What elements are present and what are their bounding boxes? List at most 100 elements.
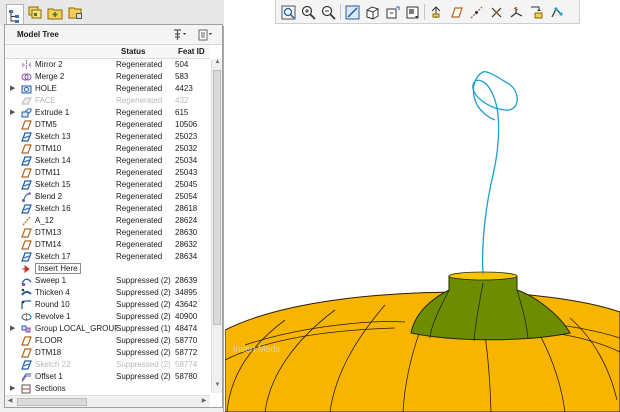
display-style-icon[interactable] bbox=[403, 3, 421, 21]
spin-center-icon[interactable] bbox=[527, 3, 545, 21]
feature-status: Regenerated bbox=[116, 216, 163, 225]
layers-icon[interactable] bbox=[26, 4, 44, 22]
tree-row[interactable]: Sketch 13 Regenerated 25023 bbox=[5, 131, 210, 143]
tree-settings-icon[interactable] bbox=[171, 27, 189, 43]
favorites-icon[interactable] bbox=[66, 4, 84, 22]
insert-arrow-icon bbox=[21, 264, 32, 274]
tree-row[interactable]: Insert Here bbox=[5, 263, 210, 275]
face-icon bbox=[21, 96, 32, 106]
expand-arrow-icon[interactable]: ▶ bbox=[10, 384, 15, 392]
model-tree: Model Tree Status Feat ID Mirror 2 Regene… bbox=[4, 24, 223, 408]
feature-status: Suppressed (2) bbox=[116, 372, 171, 381]
point-display-icon[interactable] bbox=[487, 3, 505, 21]
expand-arrow-icon[interactable]: ▶ bbox=[10, 108, 15, 116]
refit-icon[interactable] bbox=[279, 3, 297, 21]
tree-row[interactable]: FACE Regenerated 432 bbox=[5, 95, 210, 107]
tree-row[interactable]: DTM5 Regenerated 10506 bbox=[5, 119, 210, 131]
tree-row[interactable]: ▶ Sections bbox=[5, 383, 210, 395]
graphics-window[interactable]: Insert Mode bbox=[225, 0, 620, 412]
scroll-right-icon[interactable]: ▶ bbox=[199, 397, 209, 407]
datum-axis-icon bbox=[21, 216, 32, 226]
feature-id: 48474 bbox=[175, 324, 198, 333]
datum-plane-icon bbox=[21, 240, 32, 250]
feature-id: 28630 bbox=[175, 228, 198, 237]
scroll-up-icon[interactable]: ▲ bbox=[212, 59, 223, 69]
column-status[interactable]: Status bbox=[121, 47, 145, 56]
csys-display-icon[interactable] bbox=[507, 3, 525, 21]
feature-name: DTM10 bbox=[35, 144, 62, 153]
tree-row[interactable]: Sketch 14 Regenerated 25034 bbox=[5, 155, 210, 167]
tree-row[interactable]: Mirror 2 Regenerated 504 bbox=[5, 59, 210, 71]
tree-row[interactable]: DTM13 Regenerated 28630 bbox=[5, 227, 210, 239]
scroll-left-icon[interactable]: ◀ bbox=[5, 397, 15, 407]
expand-arrow-icon[interactable]: ▶ bbox=[10, 324, 15, 332]
tree-row[interactable]: DTM18 Suppressed (2) 58772 bbox=[5, 347, 210, 359]
feature-status: Regenerated bbox=[116, 228, 163, 237]
show-filter-icon[interactable] bbox=[196, 27, 214, 43]
merge-icon bbox=[21, 72, 32, 82]
tree-row[interactable]: Merge 2 Regenerated 583 bbox=[5, 71, 210, 83]
tree-row[interactable]: Thicken 4 Suppressed (2) 34895 bbox=[5, 287, 210, 299]
vertical-scrollbar[interactable]: ▲ ▼ bbox=[211, 59, 222, 393]
axis-display-icon[interactable] bbox=[467, 3, 485, 21]
feature-id: 504 bbox=[175, 60, 189, 69]
plane-display-icon[interactable] bbox=[447, 3, 465, 21]
feature-status: Regenerated bbox=[116, 84, 163, 93]
view-manager-icon[interactable] bbox=[427, 3, 445, 21]
tree-row[interactable]: Sketch 17 Regenerated 28634 bbox=[5, 251, 210, 263]
sketch-icon bbox=[21, 132, 32, 142]
sweep-icon bbox=[21, 276, 32, 286]
feature-id: 25043 bbox=[175, 168, 198, 177]
tree-row[interactable]: ▶ HOLE Regenerated 4423 bbox=[5, 83, 210, 95]
zoom-in-icon[interactable] bbox=[299, 3, 317, 21]
feature-status: Suppressed (2) bbox=[116, 348, 171, 357]
feature-name: Sketch 14 bbox=[35, 156, 71, 165]
tree-row[interactable]: FLOOR Suppressed (2) 58770 bbox=[5, 335, 210, 347]
datum-plane-icon bbox=[21, 348, 32, 358]
tree-row[interactable]: DTM14 Regenerated 28632 bbox=[5, 239, 210, 251]
tree-row[interactable]: Round 10 Suppressed (2) 43642 bbox=[5, 299, 210, 311]
feature-id: 25054 bbox=[175, 192, 198, 201]
tree-row[interactable]: DTM10 Regenerated 25032 bbox=[5, 143, 210, 155]
feature-name: FACE bbox=[35, 96, 56, 105]
model-tree-panel: Model Tree Status Feat ID Mirror 2 Regene… bbox=[0, 0, 224, 412]
expand-arrow-icon[interactable]: ▶ bbox=[10, 84, 15, 92]
feature-status: Regenerated bbox=[116, 108, 163, 117]
scroll-thumb[interactable] bbox=[213, 70, 221, 325]
feature-name: Blend 2 bbox=[35, 192, 63, 201]
feature-id: 58774 bbox=[175, 360, 198, 369]
feature-id: 25034 bbox=[175, 156, 198, 165]
feature-status: Regenerated bbox=[116, 168, 163, 177]
model-tree-icon[interactable] bbox=[6, 4, 24, 26]
horizontal-scrollbar[interactable]: ◀ ▶ bbox=[5, 395, 210, 407]
feature-id: 4423 bbox=[175, 84, 193, 93]
named-views-icon[interactable] bbox=[363, 3, 381, 21]
tree-row[interactable]: Offset 1 Suppressed (2) 58780 bbox=[5, 371, 210, 383]
tree-row[interactable]: Sketch 15 Regenerated 25045 bbox=[5, 179, 210, 191]
tree-row[interactable]: DTM11 Regenerated 25043 bbox=[5, 167, 210, 179]
feature-status: Suppressed (2) bbox=[116, 312, 171, 321]
saved-orientations-icon[interactable] bbox=[383, 3, 401, 21]
blend-icon bbox=[21, 192, 32, 202]
feature-id: 58780 bbox=[175, 372, 198, 381]
folder-add-icon[interactable] bbox=[46, 4, 64, 22]
feature-id: 28632 bbox=[175, 240, 198, 249]
zoom-out-icon[interactable] bbox=[319, 3, 337, 21]
tree-row[interactable]: Sketch 22 Suppressed (2) 58774 bbox=[5, 359, 210, 371]
repaint-icon[interactable] bbox=[343, 3, 361, 21]
tree-row[interactable]: Blend 2 Regenerated 25054 bbox=[5, 191, 210, 203]
tree-row[interactable]: ▶ Extrude 1 Regenerated 615 bbox=[5, 107, 210, 119]
annotation-display-icon[interactable] bbox=[547, 3, 565, 21]
scroll-down-icon[interactable]: ▼ bbox=[212, 382, 223, 392]
tree-row[interactable]: Sweep 1 Suppressed (2) 28639 bbox=[5, 275, 210, 287]
hscroll-thumb[interactable] bbox=[17, 398, 87, 406]
tree-row[interactable]: A_12 Regenerated 28624 bbox=[5, 215, 210, 227]
feature-id: 583 bbox=[175, 72, 189, 81]
feature-name: Sections bbox=[35, 384, 66, 393]
column-feat-id[interactable]: Feat ID bbox=[178, 47, 205, 56]
tree-row[interactable]: Sketch 16 Regenerated 28618 bbox=[5, 203, 210, 215]
feature-id: 615 bbox=[175, 108, 189, 117]
tree-row[interactable]: Revolve 1 Suppressed (2) 40900 bbox=[5, 311, 210, 323]
feature-id: 28634 bbox=[175, 252, 198, 261]
tree-row[interactable]: ▶ Group LOCAL_GROUP Suppressed (1) 48474 bbox=[5, 323, 210, 335]
